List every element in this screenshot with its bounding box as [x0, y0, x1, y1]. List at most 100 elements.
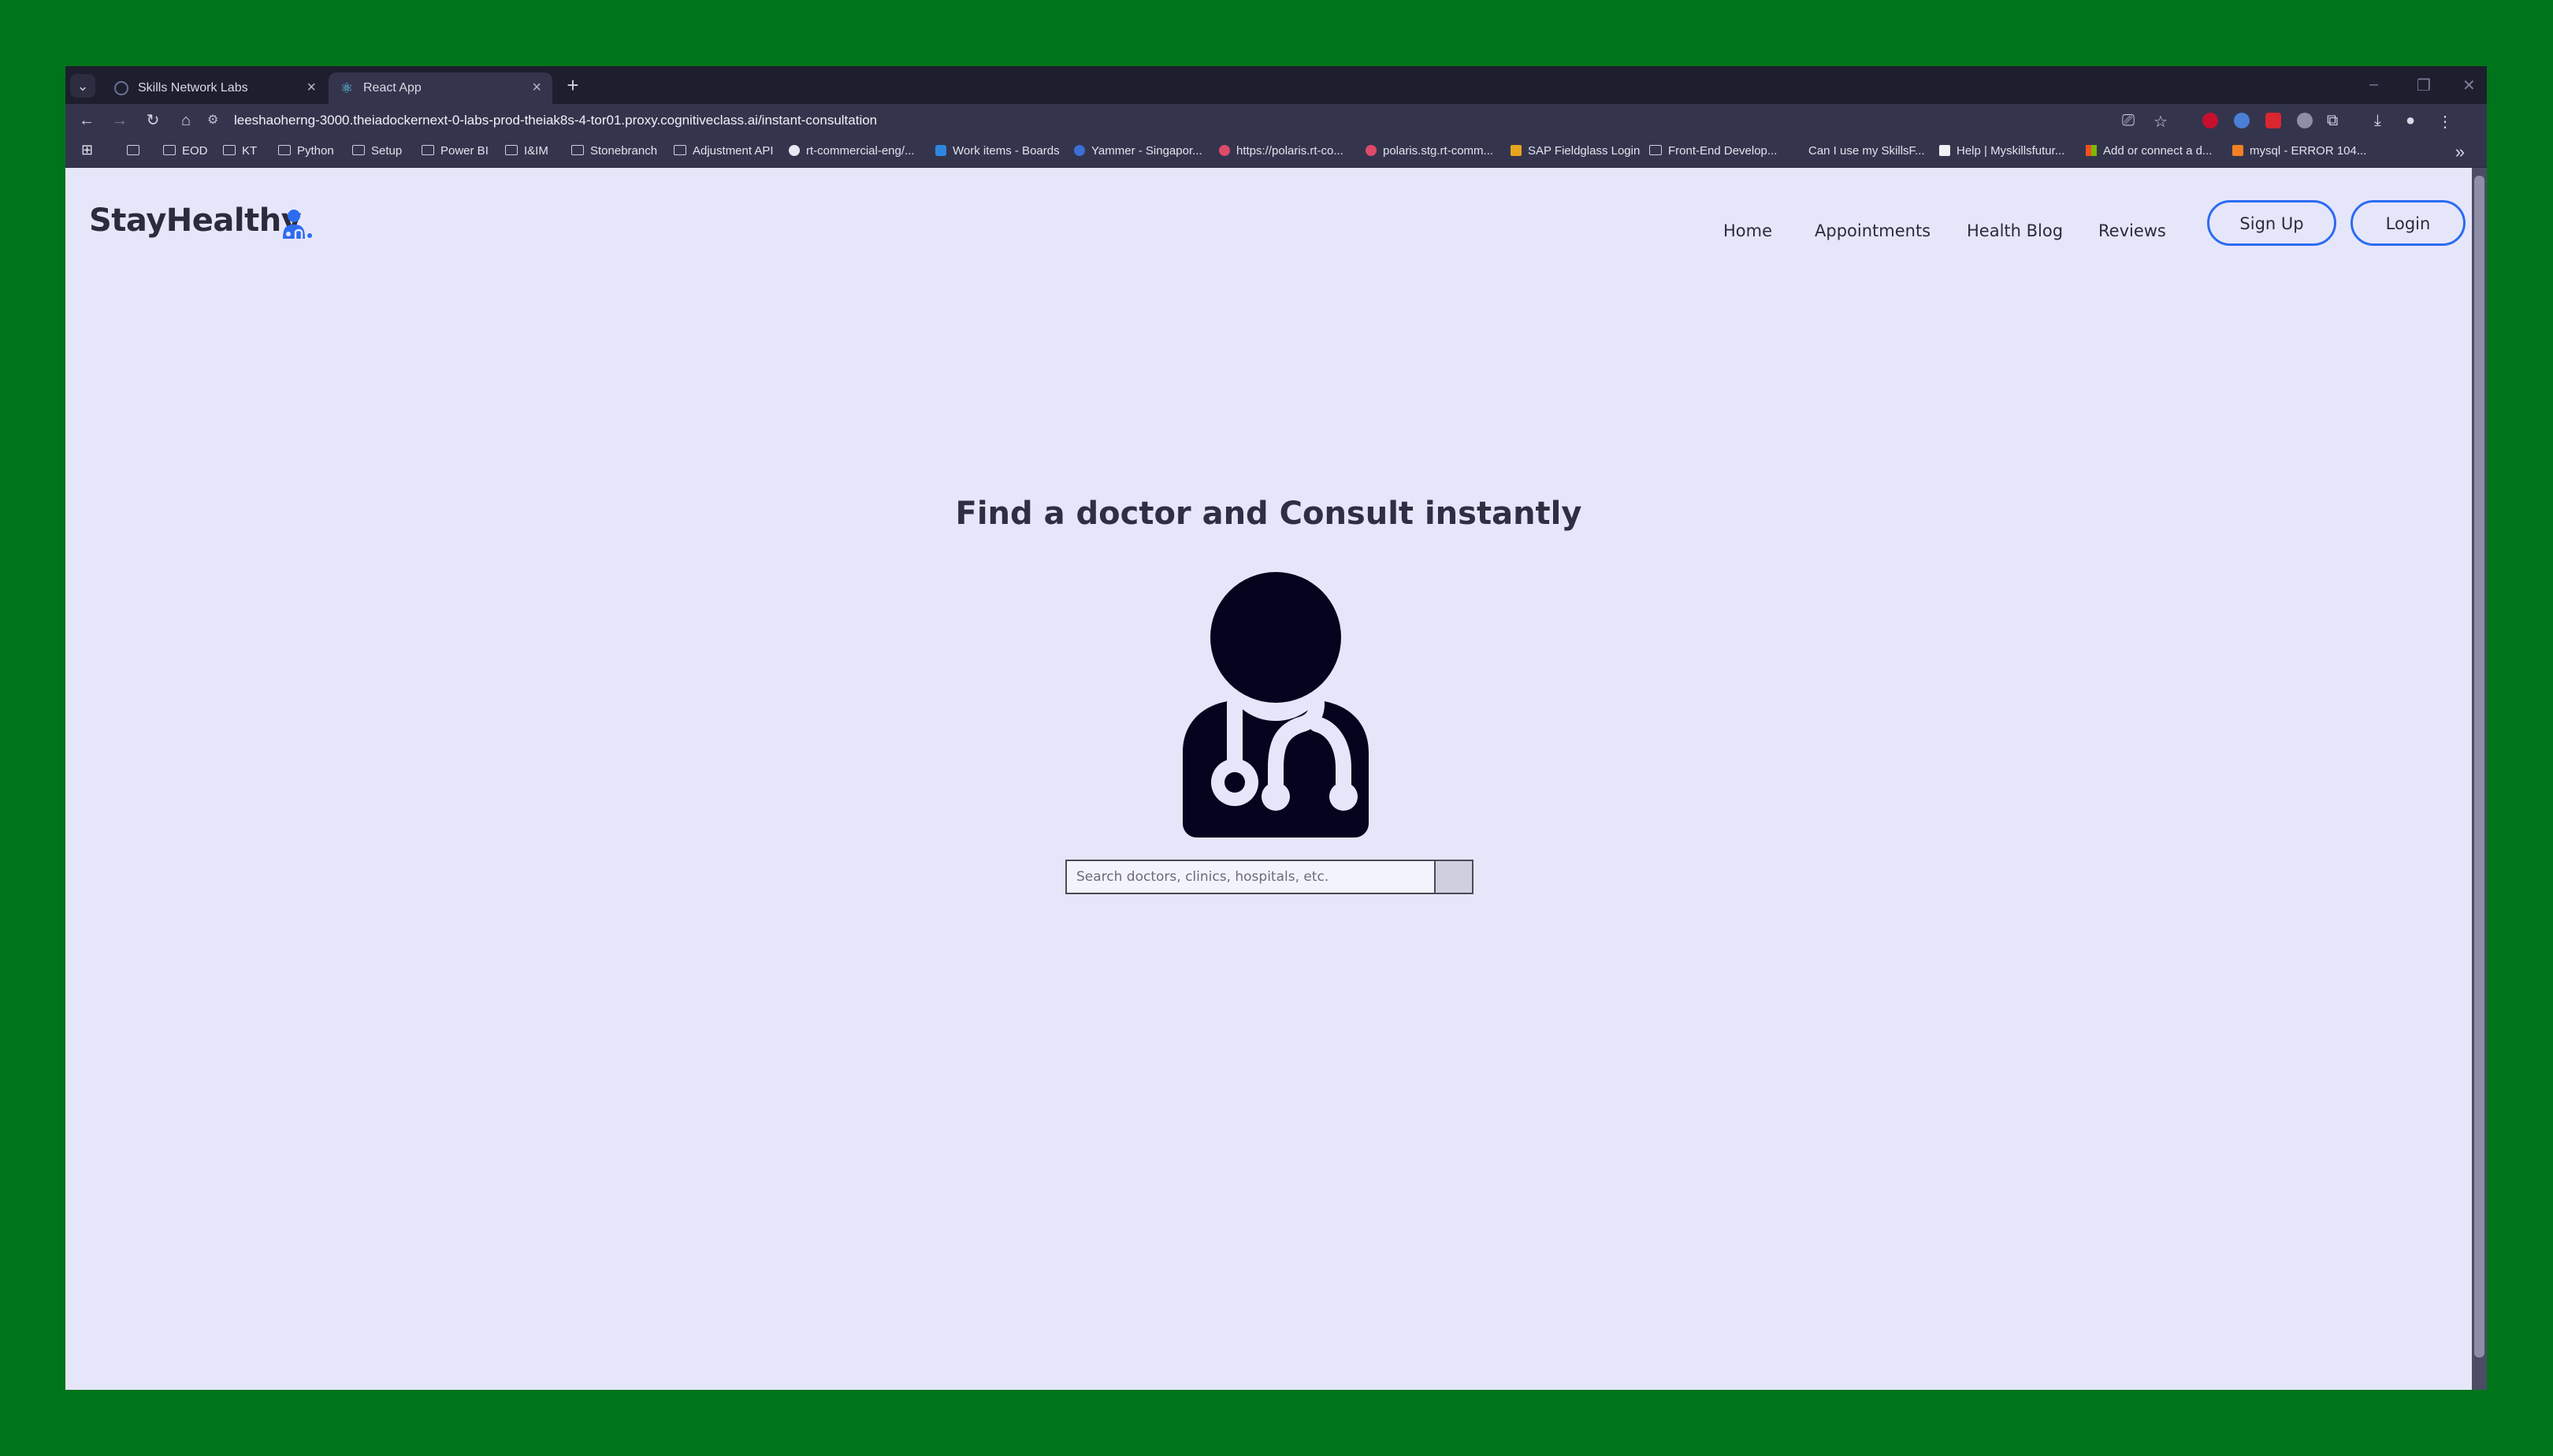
bookmark-label: Work items - Boards [953, 144, 1060, 158]
reload-icon[interactable]: ↻ [141, 109, 165, 132]
minimize-icon[interactable]: – [2369, 76, 2378, 94]
web-page: StayHealthy Home Appointments Health Blo… [65, 168, 2472, 1390]
site-info-icon[interactable]: ⚙ [207, 112, 218, 128]
azure-devops-icon [935, 145, 946, 156]
bookmark-label: https://polaris.rt-co... [1236, 144, 1343, 158]
nav-health-blog[interactable]: Health Blog [1967, 221, 2063, 240]
downloads-icon[interactable]: ⤓ [2374, 112, 2381, 130]
yammer-icon [1074, 145, 1085, 156]
search-input[interactable] [1067, 861, 1434, 893]
bookmark-label: I&IM [524, 144, 548, 158]
url-text[interactable]: leeshaoherng-3000.theiadockernext-0-labs… [234, 113, 877, 128]
apps-grid-icon[interactable]: ⊞ [81, 142, 93, 158]
folder-icon [505, 145, 518, 155]
scrollbar-thumb[interactable] [2474, 176, 2484, 1358]
bookmark-folder-setup[interactable]: Setup [352, 144, 402, 158]
extension-icon[interactable] [2265, 113, 2281, 128]
bookmark-work-items[interactable]: Work items - Boards [935, 144, 1060, 158]
home-icon[interactable]: ⌂ [174, 109, 198, 132]
bookmark-folder-python[interactable]: Python [278, 144, 334, 158]
bookmark-label: Adjustment API [693, 144, 774, 158]
extensions-puzzle-icon[interactable]: ⧉ [2327, 112, 2338, 130]
bookmark-folder-stonebranch[interactable]: Stonebranch [571, 144, 657, 158]
doctor-logo-icon [283, 210, 312, 239]
bookmark-folder-eod[interactable] [127, 144, 146, 158]
bookmark-myskillsfuture-help[interactable]: Help | Myskillsfutur... [1939, 144, 2064, 158]
window-close-icon[interactable]: ✕ [2462, 76, 2476, 95]
folder-icon [422, 145, 434, 155]
bookmark-label: Power BI [440, 144, 489, 158]
folder-icon [1649, 145, 1662, 155]
extension-icon[interactable] [2234, 113, 2250, 128]
bookmark-folder-front-end[interactable]: Front-End Develop... [1649, 144, 1777, 158]
nav-home[interactable]: Home [1723, 221, 1772, 240]
bookmark-label: Yammer - Singapor... [1091, 144, 1202, 158]
folder-icon [278, 145, 291, 155]
bookmark-star-icon[interactable]: ☆ [2154, 112, 2168, 132]
react-icon: ⚛ [340, 80, 354, 96]
address-bar[interactable]: ⚙ leeshaoherng-3000.theiadockernext-0-la… [207, 107, 2256, 134]
close-tab-icon[interactable]: × [307, 79, 316, 97]
bookmark-label: rt-commercial-eng/... [806, 144, 915, 158]
bookmark-folder-eod[interactable]: EOD [163, 144, 208, 158]
bookmark-microsoft[interactable]: Add or connect a d... [2086, 144, 2212, 158]
install-app-icon[interactable]: ⎚ [2122, 112, 2135, 130]
page-scrollbar[interactable] [2472, 168, 2487, 1390]
globe-icon [114, 81, 128, 95]
browser-window: ⌄ Skills Network Labs × ⚛ React App × + … [65, 66, 2487, 1390]
tab-title: React App [363, 81, 422, 95]
bookmark-yammer[interactable]: Yammer - Singapor... [1074, 144, 1202, 158]
location-extension-icon[interactable] [2297, 113, 2313, 128]
sign-up-button[interactable]: Sign Up [2207, 200, 2336, 246]
tab-search-chevron-icon[interactable]: ⌄ [70, 74, 95, 98]
bookmark-label: KT [242, 144, 258, 158]
bookmark-skillsfuture[interactable]: Can I use my SkillsF... [1791, 144, 1925, 158]
folder-icon [163, 145, 176, 155]
bookmark-polaris-stg[interactable]: polaris.stg.rt-comm... [1366, 144, 1493, 158]
polaris-icon [1366, 145, 1377, 156]
bookmark-folder-adjustment-api[interactable]: Adjustment API [674, 144, 774, 158]
folder-icon [571, 145, 584, 155]
tab-bar: ⌄ Skills Network Labs × ⚛ React App × + … [65, 66, 2487, 104]
bookmark-polaris[interactable]: https://polaris.rt-co... [1219, 144, 1343, 158]
tab-react-app[interactable]: ⚛ React App × [329, 72, 552, 104]
bookmark-label: Stonebranch [590, 144, 658, 158]
folder-icon [352, 145, 365, 155]
tab-title: Skills Network Labs [138, 81, 248, 95]
nav-appointments[interactable]: Appointments [1815, 221, 1931, 240]
folder-icon [127, 145, 139, 155]
bookmark-label: EOD [182, 144, 208, 158]
sap-icon [1511, 145, 1522, 156]
restore-icon[interactable]: ❐ [2417, 76, 2431, 95]
microsoft-icon [2086, 145, 2097, 156]
forward-icon[interactable]: → [108, 109, 132, 132]
bookmark-folder-kt[interactable]: KT [223, 144, 257, 158]
bookmark-folder-iim[interactable]: I&IM [505, 144, 548, 158]
extension-icon[interactable] [2202, 113, 2218, 128]
brand-logo-text[interactable]: StayHealthy [89, 202, 302, 239]
nav-reviews[interactable]: Reviews [2098, 221, 2166, 240]
search-button[interactable] [1436, 860, 1473, 894]
search-bar [1065, 860, 1436, 894]
github-icon [789, 145, 800, 156]
stackoverflow-icon [2232, 145, 2243, 156]
browser-toolbar: ← → ↻ ⌂ ⚙ leeshaoherng-3000.theiadockern… [65, 104, 2487, 137]
bookmark-stackoverflow[interactable]: mysql - ERROR 104... [2232, 144, 2366, 158]
back-icon[interactable]: ← [75, 109, 98, 132]
profile-icon[interactable]: ● [2406, 112, 2415, 130]
menu-kebab-icon[interactable]: ⋮ [2437, 112, 2453, 132]
tab-skills-network-labs[interactable]: Skills Network Labs × [103, 72, 327, 104]
new-tab-button[interactable]: + [559, 72, 587, 98]
bookmark-label: Setup [371, 144, 403, 158]
bookmark-label: Front-End Develop... [1668, 144, 1778, 158]
bookmark-folder-power-bi[interactable]: Power BI [422, 144, 489, 158]
login-button[interactable]: Login [2350, 200, 2466, 246]
bookmark-label: Python [297, 144, 334, 158]
close-tab-icon[interactable]: × [532, 79, 541, 97]
bookmark-sap-fieldglass[interactable]: SAP Fieldglass Login [1511, 144, 1640, 158]
more-bookmarks-icon[interactable]: » [2455, 142, 2465, 162]
bookmark-label: Can I use my SkillsF... [1808, 144, 1925, 158]
bookmark-label: Add or connect a d... [2103, 144, 2213, 158]
bookmark-label: SAP Fieldglass Login [1528, 144, 1641, 158]
bookmark-github[interactable]: rt-commercial-eng/... [789, 144, 915, 158]
